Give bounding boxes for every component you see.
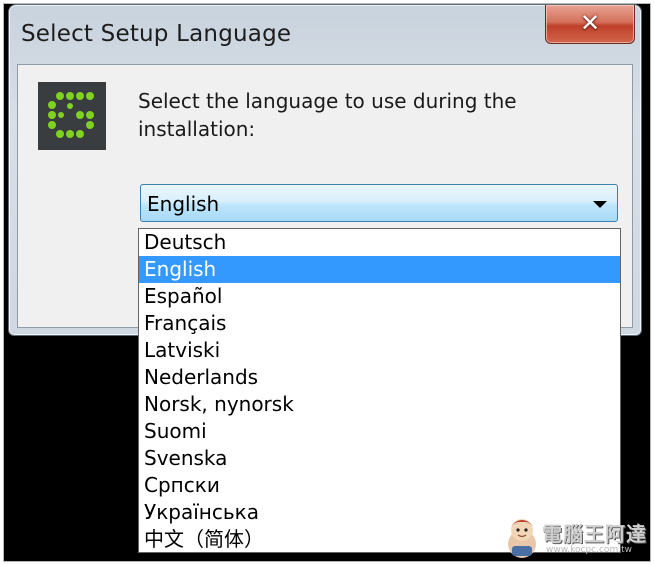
list-item-francais[interactable]: Français bbox=[139, 310, 620, 337]
list-item-suomi[interactable]: Suomi bbox=[139, 418, 620, 445]
close-button[interactable]: ✕ bbox=[545, 5, 635, 44]
close-icon: ✕ bbox=[579, 8, 601, 37]
list-item-norsk[interactable]: Norsk, nynorsk bbox=[139, 391, 620, 418]
list-item-svenska[interactable]: Svenska bbox=[139, 445, 620, 472]
window-title: Select Setup Language bbox=[21, 21, 292, 47]
instruction-text: Select the language to use during the in… bbox=[138, 89, 517, 141]
mascot-icon bbox=[508, 519, 536, 558]
list-item-english[interactable]: English bbox=[139, 256, 620, 283]
language-select[interactable]: English bbox=[140, 184, 618, 222]
language-dropdown-list[interactable]: Deutsch English Español Français Latvisk… bbox=[138, 228, 621, 553]
watermark: 電腦王阿達 www.kocpc.com.tw bbox=[502, 514, 650, 561]
language-select-value: English bbox=[147, 192, 220, 216]
list-item-srpski[interactable]: Српски bbox=[139, 472, 620, 499]
list-item-nederlands[interactable]: Nederlands bbox=[139, 364, 620, 391]
list-item-deutsch[interactable]: Deutsch bbox=[139, 229, 620, 256]
chevron-down-icon[interactable] bbox=[593, 201, 607, 208]
list-item-espanol[interactable]: Español bbox=[139, 283, 620, 310]
list-item-latviski[interactable]: Latviski bbox=[139, 337, 620, 364]
watermark-url: www.kocpc.com.tw bbox=[546, 545, 632, 555]
screenshot-frame: Select Setup Language ✕ Select the langu… bbox=[3, 3, 651, 562]
setup-app-logo-icon bbox=[38, 82, 106, 150]
watermark-brand: 電腦王阿達 bbox=[542, 522, 647, 546]
title-bar[interactable]: Select Setup Language ✕ bbox=[9, 5, 641, 65]
